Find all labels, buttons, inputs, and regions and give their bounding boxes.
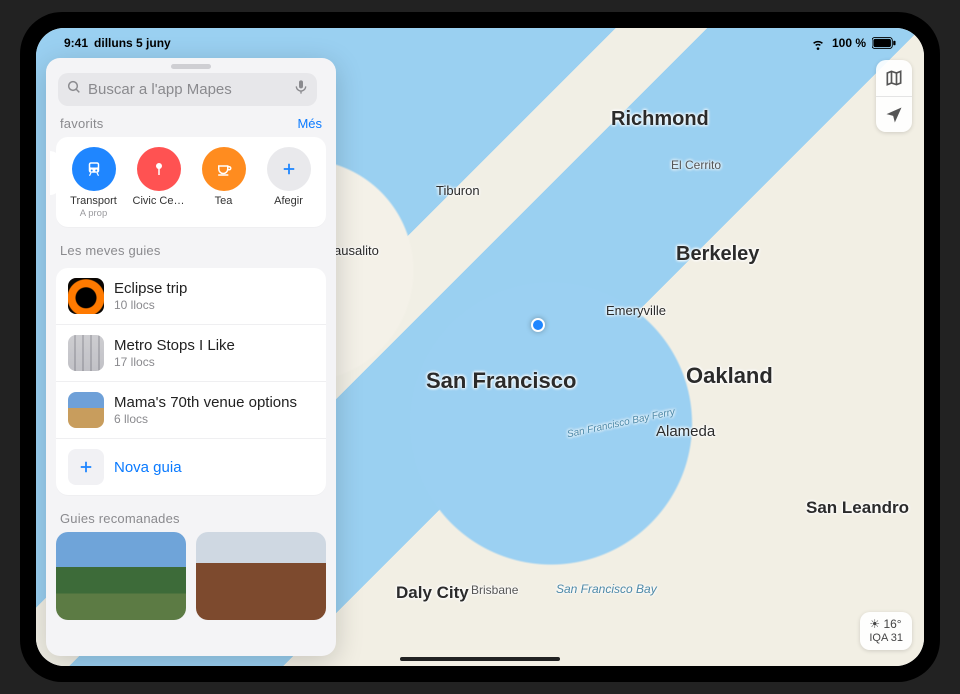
guide-row[interactable]: Mama's 70th venue options 6 llocs: [56, 382, 326, 439]
new-guide-label: Nova guia: [114, 459, 182, 476]
search-icon: [66, 79, 82, 100]
weather-temp: 16°: [883, 617, 901, 631]
weather-aqi: IQA 31: [869, 632, 903, 645]
favorite-sublabel: A prop: [62, 208, 125, 219]
guide-thumbnail: [68, 335, 104, 371]
battery-icon: [872, 37, 896, 49]
search-field[interactable]: [58, 73, 317, 106]
guide-row[interactable]: Eclipse trip 10 llocs: [56, 268, 326, 325]
map-label: Oakland: [686, 363, 773, 389]
guide-thumbnail: [68, 278, 104, 314]
favorite-transport[interactable]: Transport A prop: [62, 147, 125, 219]
search-input[interactable]: [88, 81, 287, 98]
map-label: Berkeley: [676, 243, 759, 266]
plus-icon: [68, 449, 104, 485]
map-label: Richmond: [611, 108, 709, 131]
favorite-label: Transport: [62, 195, 125, 207]
favorite-label: Afegir: [257, 195, 320, 207]
guide-title: Metro Stops I Like: [114, 337, 235, 354]
favorites-more-link[interactable]: Més: [297, 116, 322, 131]
guide-subtitle: 6 llocs: [114, 412, 297, 426]
my-guides-heading: Les meves guies: [60, 243, 161, 258]
status-date: dilluns 5 juny: [94, 36, 171, 50]
panel-grabber[interactable]: [171, 64, 211, 69]
map-label: San Francisco Bay: [556, 582, 657, 596]
transit-icon: [72, 147, 116, 191]
cup-icon: [202, 147, 246, 191]
map-label: San Francisco: [426, 368, 576, 394]
new-guide-button[interactable]: Nova guia: [56, 439, 326, 495]
status-time: 9:41: [64, 36, 88, 50]
favorite-add[interactable]: Afegir: [257, 147, 320, 219]
guide-subtitle: 10 llocs: [114, 298, 187, 312]
guide-title: Eclipse trip: [114, 280, 187, 297]
plus-icon: [267, 147, 311, 191]
guide-thumbnail: [68, 392, 104, 428]
microphone-icon[interactable]: [293, 79, 309, 100]
pin-icon: [137, 147, 181, 191]
recommended-guides-heading: Guies recomanades: [60, 511, 180, 526]
search-panel: favorits Més Transport A prop Civic Ce…: [46, 58, 336, 656]
favorite-tea[interactable]: Tea: [192, 147, 255, 219]
map-label: El Cerrito: [671, 158, 721, 172]
map-label: San Leandro: [806, 498, 909, 518]
status-battery-text: 100 %: [832, 36, 866, 50]
home-indicator[interactable]: [400, 657, 560, 661]
wifi-icon: [810, 35, 826, 51]
locate-me-button[interactable]: [876, 96, 912, 132]
map-mode-button[interactable]: [876, 60, 912, 96]
favorite-label: Tea: [192, 195, 255, 207]
map-label: Brisbane: [471, 583, 518, 597]
guide-subtitle: 17 llocs: [114, 355, 235, 369]
recommended-guide-card[interactable]: [56, 532, 186, 620]
map-label: Tiburon: [436, 183, 480, 198]
map-label: Alameda: [656, 423, 715, 440]
status-bar: 9:41 dilluns 5 juny 100 %: [36, 28, 924, 52]
favorites-card: Transport A prop Civic Ce… Tea: [56, 137, 326, 227]
map-label: Emeryville: [606, 303, 666, 318]
favorite-label: Civic Ce…: [127, 195, 190, 207]
user-location-dot: [531, 318, 545, 332]
guide-title: Mama's 70th venue options: [114, 394, 297, 411]
favorites-heading: favorits: [60, 116, 104, 131]
recommended-guide-card[interactable]: [196, 532, 326, 620]
map-label: ausalito: [334, 243, 379, 258]
weather-badge[interactable]: ☀︎ 16° IQA 31: [860, 612, 912, 650]
map-label: Daly City: [396, 583, 469, 603]
favorite-civic-center[interactable]: Civic Ce…: [127, 147, 190, 219]
guide-row[interactable]: Metro Stops I Like 17 llocs: [56, 325, 326, 382]
